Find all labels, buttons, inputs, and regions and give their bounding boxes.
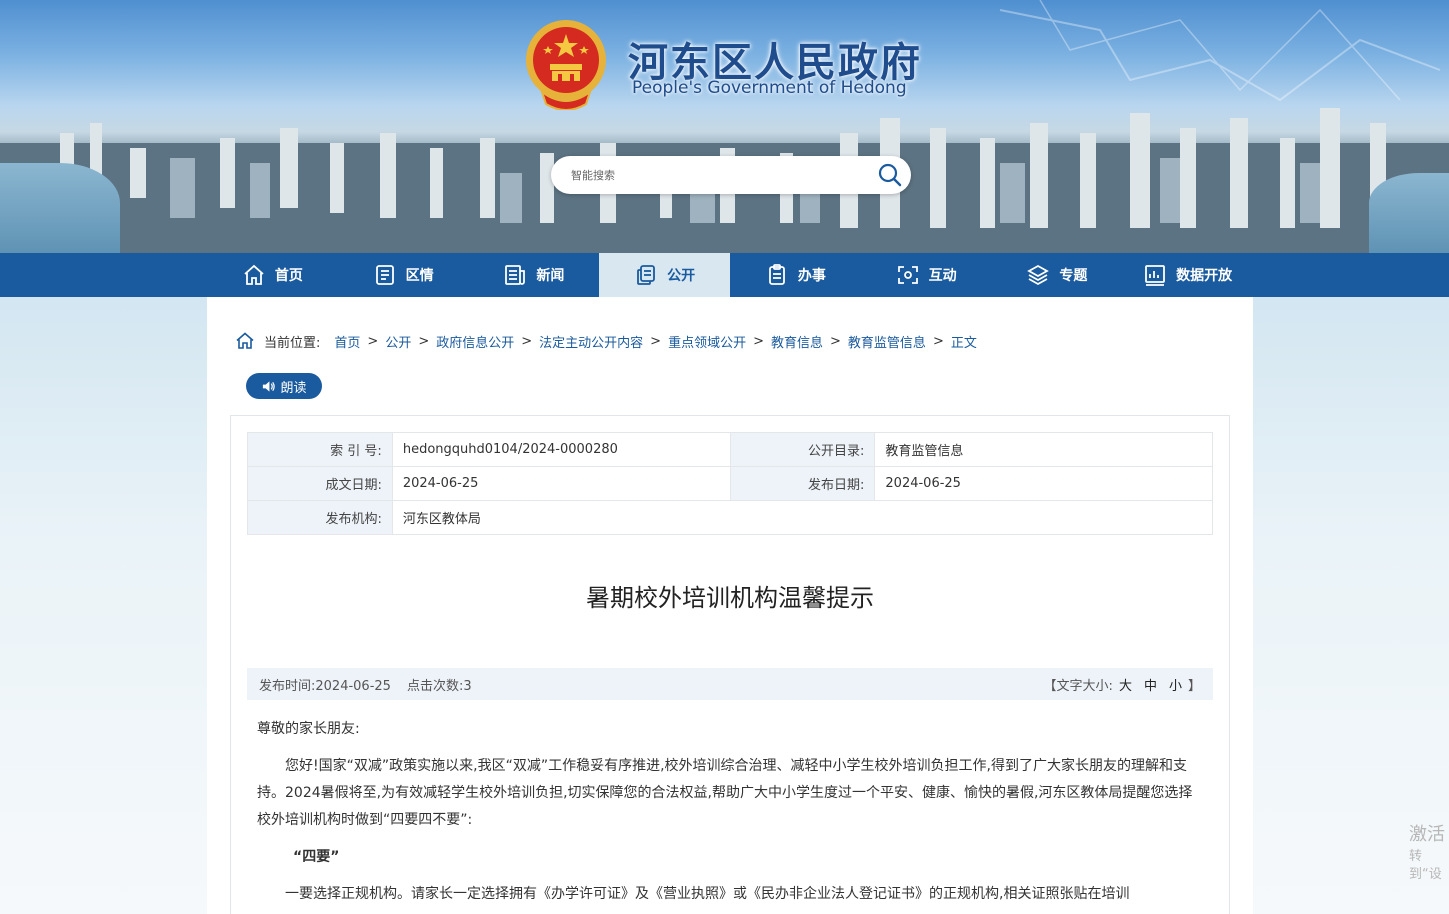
article-greeting: 尊敬的家长朋友: xyxy=(257,721,360,737)
publish-time: 发布时间:2024-06-25 xyxy=(259,678,391,694)
national-emblem-icon xyxy=(526,20,606,110)
nav-item-district[interactable]: 区情 xyxy=(338,253,469,297)
nav-item-label: 专题 xyxy=(1059,268,1088,284)
index-label: 索 引 号: xyxy=(247,432,393,467)
publish-date-value: 2024-06-25 xyxy=(874,466,1213,501)
breadcrumb-link[interactable]: 政府信息公开 xyxy=(436,332,514,351)
breadcrumb-separator: > xyxy=(753,333,764,349)
read-aloud-button[interactable]: 朗读 xyxy=(246,373,322,399)
publish-date-label: 发布日期: xyxy=(729,466,876,501)
table-row: 索 引 号: hedongquhd0104/2024-0000280 公开目录:… xyxy=(247,432,1213,467)
font-size-medium-button[interactable]: 中 xyxy=(1144,675,1157,694)
document-icon xyxy=(375,265,394,285)
nav-item-public[interactable]: 公开 xyxy=(599,253,730,297)
breadcrumb: 当前位置: 首页 > 公开 > 政府信息公开 > 法定主动公开内容 > 重点领域公开 > … xyxy=(235,331,977,351)
font-size-bracket: 】 xyxy=(1187,678,1201,694)
article-paragraph: 您好!国家“双减”政策实施以来,我区“双减”工作稳妥有序推进,校外培训综合治理、… xyxy=(257,758,1193,828)
article-subheading: “四要” xyxy=(293,849,340,865)
search-input[interactable] xyxy=(571,165,861,185)
org-label: 发布机构: xyxy=(247,500,393,535)
font-size-large-button[interactable]: 大 xyxy=(1119,675,1132,694)
activation-watermark: 激活 转到“设 xyxy=(1409,822,1449,884)
org-value: 河东区教体局 xyxy=(391,500,1214,535)
banner-map-graphic xyxy=(999,0,1441,102)
home-icon xyxy=(236,332,254,349)
nav-item-open-data[interactable]: 数据开放 xyxy=(1122,253,1253,297)
read-aloud-label: 朗读 xyxy=(280,380,307,396)
breadcrumb-separator: > xyxy=(932,333,944,349)
index-value: hedongquhd0104/2024-0000280 xyxy=(391,432,731,467)
breadcrumb-link[interactable]: 教育监管信息 xyxy=(848,332,926,351)
nav-item-label: 公开 xyxy=(667,268,696,284)
watermark-line: 转到“设 xyxy=(1409,849,1442,882)
main-nav: 首页 区情 新闻 公开 办事 互动 专题 数据开放 xyxy=(0,253,1449,297)
nav-item-news[interactable]: 新闻 xyxy=(469,253,600,297)
table-row: 发布机构: 河东区教体局 xyxy=(247,500,1214,535)
breadcrumb-link[interactable]: 重点领域公开 xyxy=(668,332,746,351)
nav-item-label: 办事 xyxy=(797,268,826,284)
nav-item-label: 数据开放 xyxy=(1176,268,1233,284)
nav-item-label: 区情 xyxy=(405,268,434,284)
breadcrumb-current[interactable]: 正文 xyxy=(951,332,977,351)
nav-item-label: 首页 xyxy=(274,268,303,284)
nav-item-label: 互动 xyxy=(928,268,957,284)
news-icon xyxy=(505,265,526,285)
layers-icon xyxy=(1027,264,1050,286)
breadcrumb-link[interactable]: 公开 xyxy=(385,332,411,351)
watermark-line: 激活 xyxy=(1409,824,1445,845)
article-card: 索 引 号: hedongquhd0104/2024-0000280 公开目录:… xyxy=(230,415,1230,914)
breadcrumb-separator: > xyxy=(367,333,379,349)
search-box xyxy=(551,156,911,194)
article-paragraph: 一要选择正规机构。请家长一定选择拥有《办学许可证》及《营业执照》或《民办非企业法… xyxy=(285,886,1130,902)
click-count: 点击次数:3 xyxy=(406,678,472,694)
public-doc-icon xyxy=(637,265,656,285)
nav-item-topics[interactable]: 专题 xyxy=(992,253,1123,297)
breadcrumb-prefix: 当前位置: xyxy=(264,335,321,351)
breadcrumb-separator: > xyxy=(418,333,430,349)
breadcrumb-separator: > xyxy=(650,333,662,349)
search-icon[interactable] xyxy=(877,162,903,188)
river-right xyxy=(1369,173,1449,253)
breadcrumb-separator: > xyxy=(830,333,841,349)
article-title: 暑期校外培训机构温馨提示 xyxy=(586,584,874,612)
site-subtitle: People's Government of Hedong xyxy=(632,78,907,98)
font-size-small-button[interactable]: 小 xyxy=(1169,675,1182,694)
breadcrumb-link[interactable]: 法定主动公开内容 xyxy=(539,332,643,351)
nav-item-home[interactable]: 首页 xyxy=(207,253,338,297)
created-date-label: 成文日期: xyxy=(247,466,393,501)
metadata-table: 索 引 号: hedongquhd0104/2024-0000280 公开目录:… xyxy=(247,432,1214,535)
nav-item-label: 新闻 xyxy=(536,268,565,284)
article-body: 尊敬的家长朋友: 您好!国家“双减”政策实施以来,我区“双减”工作稳妥有序推进,… xyxy=(257,716,1203,914)
table-row: 成文日期: 2024-06-25 发布日期: 2024-06-25 xyxy=(247,466,1213,501)
clipboard-icon xyxy=(768,264,785,285)
interaction-icon xyxy=(897,266,918,284)
catalog-label: 公开目录: xyxy=(729,432,876,467)
speaker-icon xyxy=(263,380,276,392)
breadcrumb-separator: > xyxy=(521,333,533,349)
font-size-label: 【文字大小: xyxy=(1043,678,1113,694)
article-info-bar: 发布时间:2024-06-25 点击次数:3 【文字大小: 大 中 小 】 xyxy=(247,668,1213,700)
breadcrumb-link[interactable]: 首页 xyxy=(334,332,360,351)
nav-item-services[interactable]: 办事 xyxy=(730,253,861,297)
home-icon xyxy=(244,264,264,285)
catalog-value: 教育监管信息 xyxy=(874,432,1213,467)
created-date-value: 2024-06-25 xyxy=(391,466,731,501)
nav-item-interaction[interactable]: 互动 xyxy=(861,253,992,297)
river-left xyxy=(0,163,120,253)
data-chart-icon xyxy=(1145,265,1166,286)
header-banner: 河东区人民政府 People's Government of Hedong xyxy=(0,0,1449,253)
breadcrumb-link[interactable]: 教育信息 xyxy=(771,332,823,351)
main-content: 当前位置: 首页 > 公开 > 政府信息公开 > 法定主动公开内容 > 重点领域公开 > … xyxy=(207,297,1253,914)
